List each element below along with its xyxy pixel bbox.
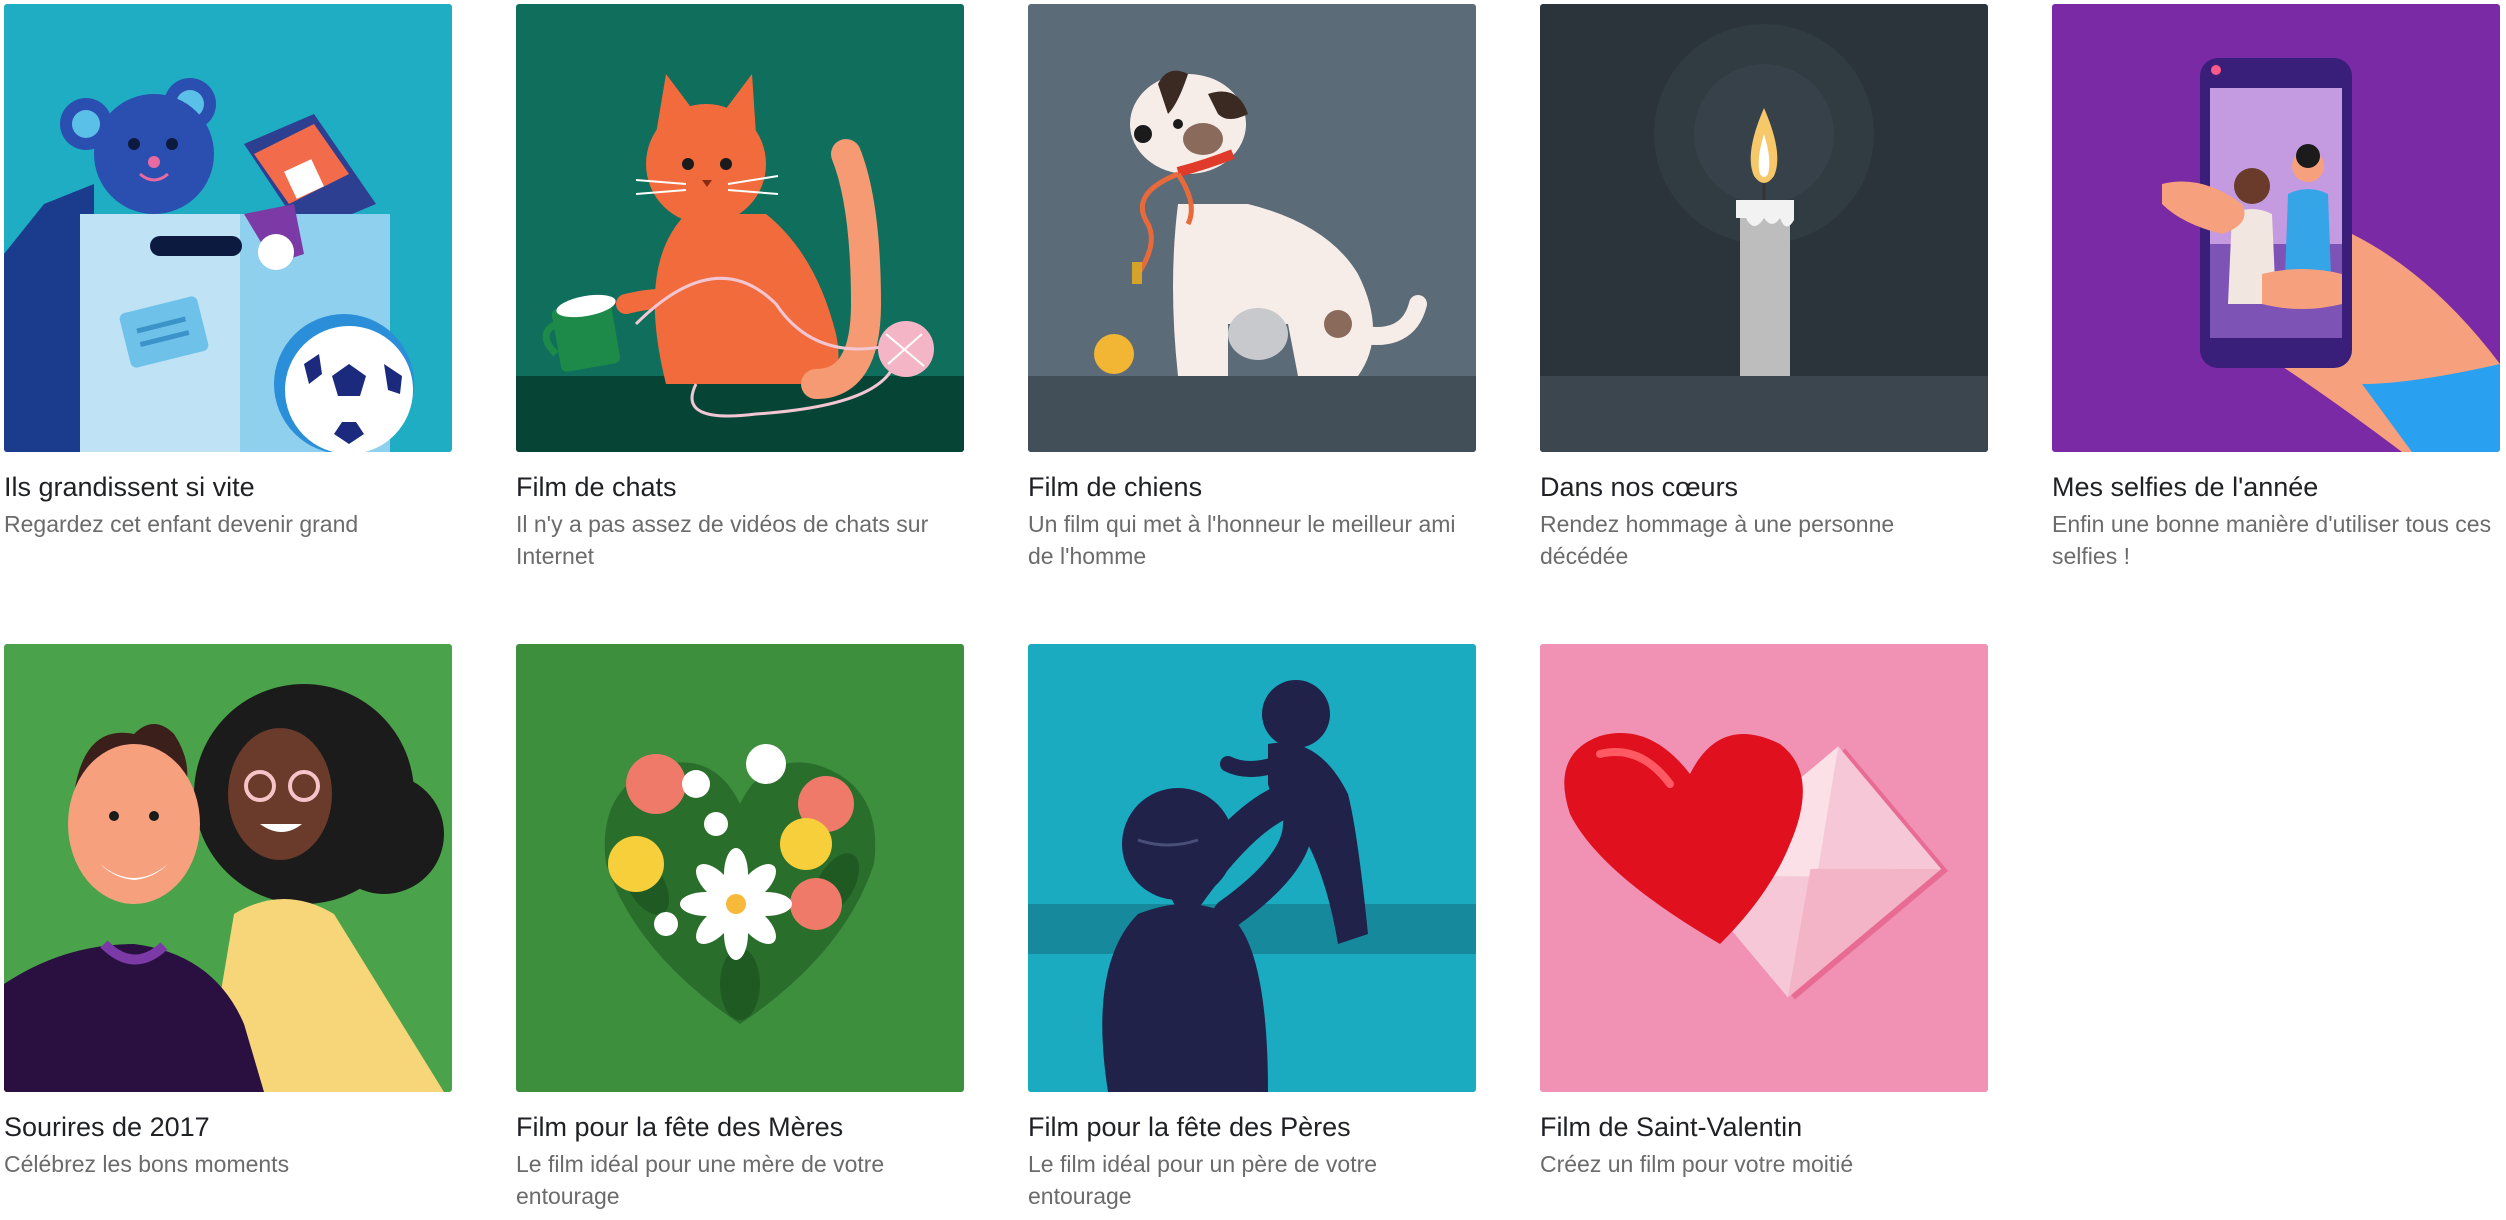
card-title: Film de chiens [1028, 472, 1203, 502]
heart-envelope-illustration [1540, 644, 1988, 1092]
theme-card-dogs[interactable]: Film de chiens Un film qui met à l'honne… [1028, 4, 1476, 572]
card-description: Célébrez les bons moments [4, 1151, 290, 1177]
card-description: Un film qui met à l'honneur le meilleur … [1028, 511, 1456, 569]
theme-card-mothers-day[interactable]: Film pour la fête des Mères Le film idéa… [516, 644, 964, 1212]
card-description: Rendez hommage à une personne décédée [1540, 511, 1895, 569]
movie-theme-grid: Ils grandissent si vite Regardez cet enf… [0, 0, 2506, 1220]
cat-with-yarn-illustration [516, 4, 964, 452]
card-title: Ils grandissent si vite [4, 472, 255, 502]
card-title: Dans nos cœurs [1540, 472, 1739, 502]
dog-with-leash-illustration [1028, 4, 1476, 452]
card-description: Le film idéal pour une mère de votre ent… [516, 1151, 885, 1209]
card-description: Il n'y a pas assez de vidéos de chats su… [516, 511, 929, 569]
theme-card-in-our-hearts[interactable]: Dans nos cœurs Rendez hommage à une pers… [1540, 4, 1988, 572]
card-title: Film pour la fête des Pères [1028, 1112, 1351, 1142]
candle-illustration [1540, 4, 1988, 452]
card-title: Film de chats [516, 472, 677, 502]
card-description: Regardez cet enfant devenir grand [4, 511, 359, 537]
card-description: Le film idéal pour un père de votre ento… [1028, 1151, 1378, 1209]
card-description: Créez un film pour votre moitié [1540, 1151, 1854, 1177]
theme-card-selfies[interactable]: Mes selfies de l'année Enfin une bonne m… [2052, 4, 2500, 572]
theme-card-smiles-2017[interactable]: Sourires de 2017 Célébrez les bons momen… [4, 644, 452, 1180]
father-lifting-baby-illustration [1028, 644, 1476, 1092]
selfie-phone-illustration [2052, 4, 2500, 452]
smiling-couple-illustration [4, 644, 452, 1092]
theme-card-fathers-day[interactable]: Film pour la fête des Pères Le film idéa… [1028, 644, 1476, 1212]
card-description: Enfin une bonne manière d'utiliser tous … [2052, 511, 2492, 569]
teddy-bear-toy-box-illustration [4, 4, 452, 452]
card-title: Sourires de 2017 [4, 1112, 210, 1142]
theme-card-grow-up[interactable]: Ils grandissent si vite Regardez cet enf… [4, 4, 452, 540]
card-title: Mes selfies de l'année [2052, 472, 2319, 502]
card-title: Film de Saint-Valentin [1540, 1112, 1803, 1142]
theme-card-valentines[interactable]: Film de Saint-Valentin Créez un film pou… [1540, 644, 1988, 1180]
card-title: Film pour la fête des Mères [516, 1112, 844, 1142]
theme-card-cats[interactable]: Film de chats Il n'y a pas assez de vidé… [516, 4, 964, 572]
flower-heart-illustration [516, 644, 964, 1092]
